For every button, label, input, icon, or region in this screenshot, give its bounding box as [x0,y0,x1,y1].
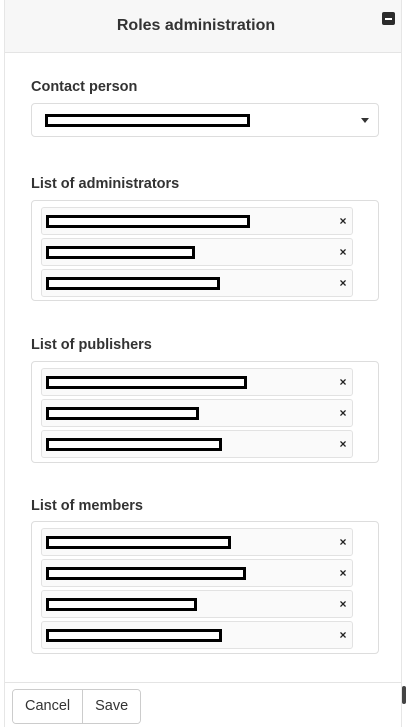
redacted-value [46,536,231,549]
remove-tag-icon[interactable]: × [337,597,349,611]
redacted-value [46,598,197,611]
redacted-value [45,114,250,127]
redacted-value [46,629,222,642]
dialog-title: Roles administration [116,17,276,34]
administrators-select[interactable]: × × × [31,200,379,301]
remove-tag-icon[interactable]: × [337,276,349,290]
publishers-select[interactable]: × × × [31,361,379,463]
caret-down-icon [361,118,369,123]
redacted-value [46,376,247,389]
remove-tag-icon[interactable]: × [337,375,349,389]
remove-tag-icon[interactable]: × [337,535,349,549]
publisher-tag: × [41,399,353,427]
cancel-button[interactable]: Cancel [13,690,83,723]
redacted-value [46,246,195,259]
member-tag: × [41,590,353,618]
minimize-icon[interactable] [382,12,395,25]
redacted-value [46,407,199,420]
contact-person-select[interactable] [31,103,379,137]
member-tag: × [41,559,353,587]
publisher-tag: × [41,368,353,396]
remove-tag-icon[interactable]: × [337,628,349,642]
dialog-footer: Cancel Save [5,682,401,727]
contact-person-label: Contact person [31,79,138,95]
redacted-value [46,277,220,290]
members-select[interactable]: × × × × [31,521,379,654]
member-tag: × [41,528,353,556]
publisher-tag: × [41,430,353,458]
save-button[interactable]: Save [82,690,141,723]
redacted-value [46,438,222,451]
redacted-value [46,567,246,580]
remove-tag-icon[interactable]: × [337,214,349,228]
administrator-tag: × [41,269,353,297]
dialog-header: Roles administration [5,0,401,53]
redacted-value [46,215,250,228]
publishers-label: List of publishers [31,337,152,353]
scrollbar-handle[interactable] [402,686,406,704]
member-tag: × [41,621,353,649]
administrator-tag: × [41,207,353,235]
remove-tag-icon[interactable]: × [337,566,349,580]
remove-tag-icon[interactable]: × [337,245,349,259]
roles-dialog: Roles administration Contact person List… [4,0,402,727]
administrators-label: List of administrators [31,176,180,192]
members-label: List of members [31,498,143,514]
remove-tag-icon[interactable]: × [337,406,349,420]
remove-tag-icon[interactable]: × [337,437,349,451]
footer-button-group: Cancel Save [12,689,142,724]
administrator-tag: × [41,238,353,266]
